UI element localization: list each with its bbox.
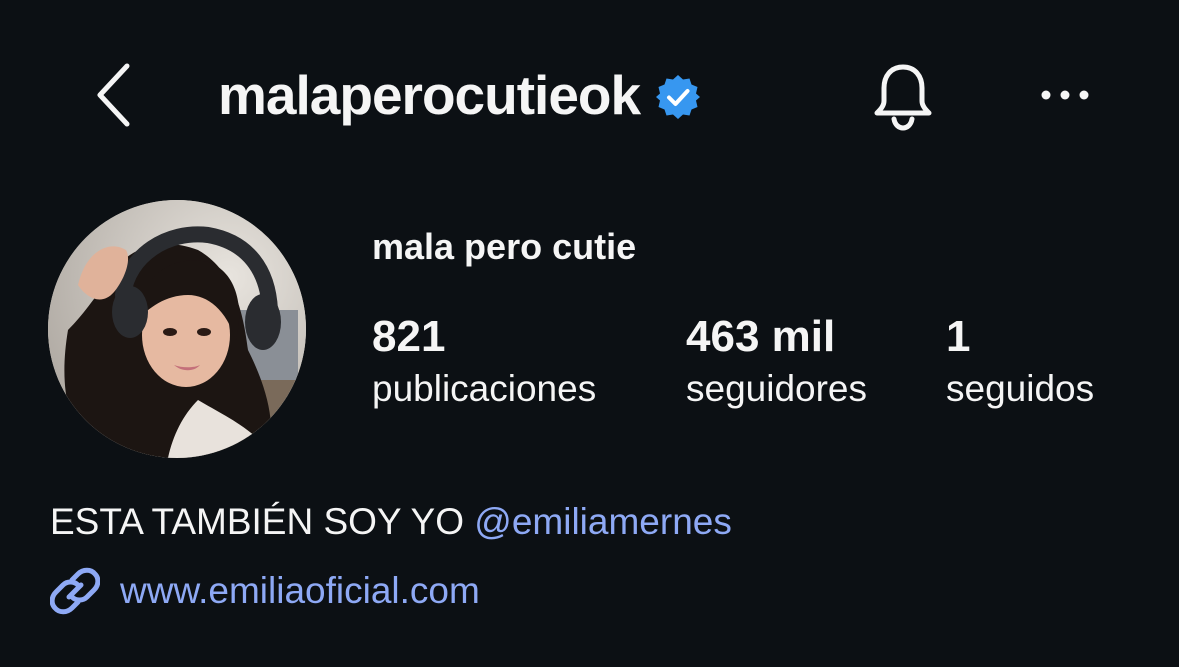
bio-mention-link[interactable]: @emiliamernes <box>474 501 732 542</box>
posts-count: 821 <box>372 312 446 361</box>
username: malaperocutieok <box>218 64 641 126</box>
posts-label: publicaciones <box>372 368 597 409</box>
verified-badge-icon <box>656 75 701 119</box>
profile-photo <box>48 200 306 458</box>
profile-header: malaperocutieok <box>0 0 1179 190</box>
chevron-left-icon <box>97 63 130 127</box>
following-label: seguidos <box>946 368 1095 409</box>
bell-icon <box>874 64 932 131</box>
following-count: 1 <box>946 312 971 361</box>
website-link[interactable]: www.emiliaoficial.com <box>50 562 480 620</box>
more-options-button[interactable] <box>1034 72 1096 118</box>
username-container: malaperocutieok <box>218 62 702 128</box>
followers-stat[interactable]: 463 mil seguidores <box>686 310 867 414</box>
followers-label: seguidores <box>686 368 868 409</box>
more-horizontal-icon <box>1041 90 1089 100</box>
posts-stat[interactable]: 821 publicaciones <box>372 310 596 414</box>
bio-text: ESTA TAMBIÉN SOY YO <box>50 501 475 542</box>
bio: ESTA TAMBIÉN SOY YO @emiliamernes <box>50 496 732 548</box>
notifications-button[interactable] <box>866 60 940 134</box>
website-url: www.emiliaoficial.com <box>120 570 480 611</box>
back-button[interactable] <box>88 60 140 130</box>
display-name: mala pero cutie <box>372 226 637 267</box>
followers-count: 463 mil <box>686 312 836 361</box>
avatar[interactable] <box>48 200 306 458</box>
link-icon <box>50 567 100 615</box>
following-stat[interactable]: 1 seguidos <box>946 310 1094 414</box>
